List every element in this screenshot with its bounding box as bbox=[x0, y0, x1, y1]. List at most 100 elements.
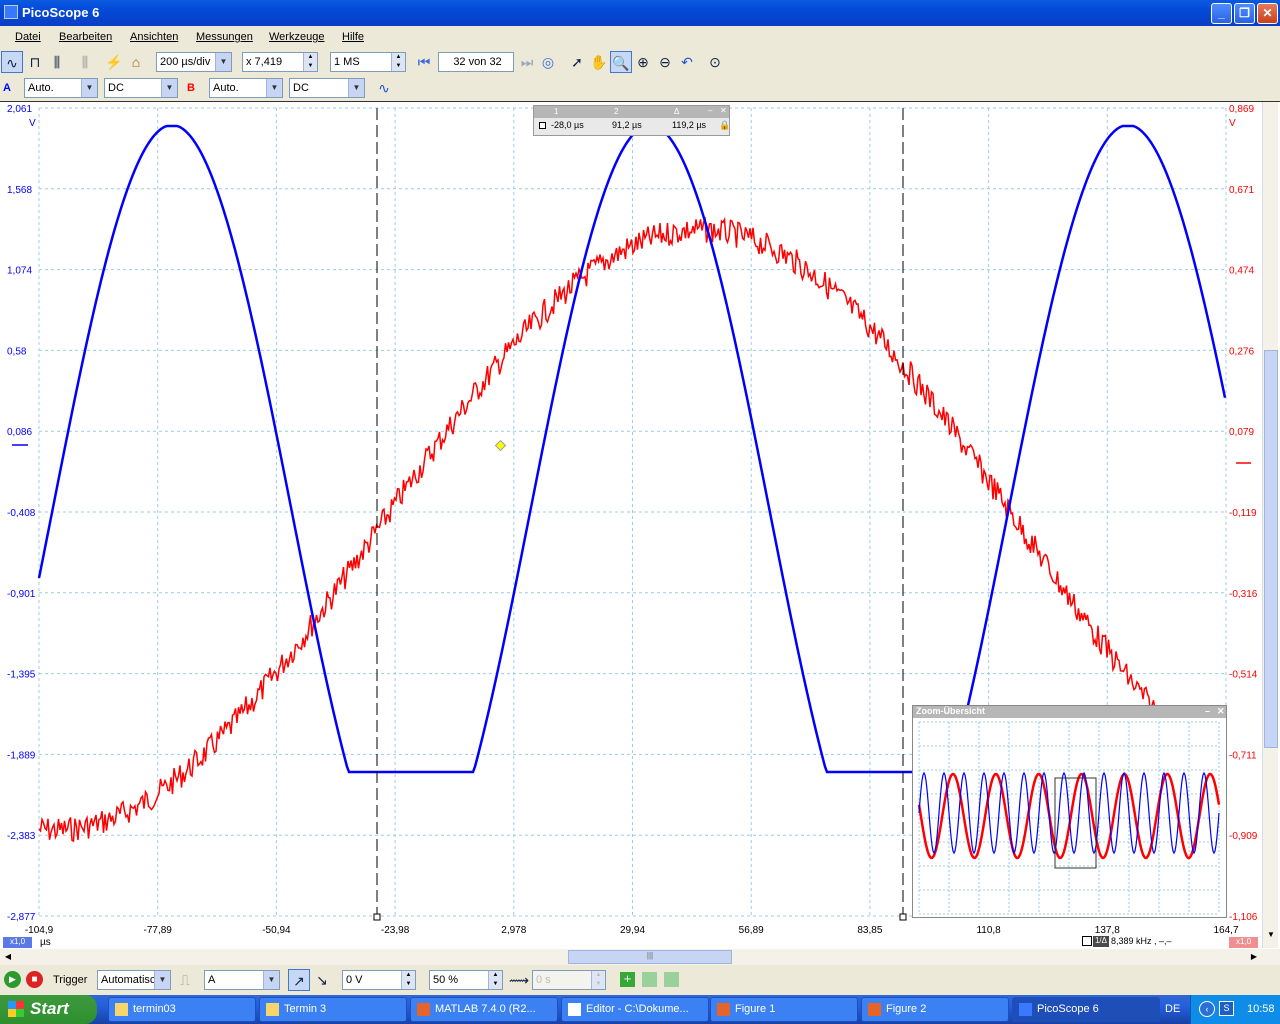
scroll-right-icon[interactable]: ▶ bbox=[1246, 949, 1262, 965]
rising-edge-icon[interactable]: ↗ bbox=[288, 969, 310, 991]
spectrum-mode-icon[interactable]: ⫼ bbox=[46, 51, 68, 73]
channel-b-range-select[interactable]: Auto. ▼ bbox=[209, 78, 283, 98]
home-icon[interactable]: ⌂ bbox=[125, 51, 147, 73]
minimize-icon[interactable]: – bbox=[708, 106, 712, 115]
pointer-tool-icon[interactable]: ➚ bbox=[566, 51, 588, 73]
zoom-factor-value: x 7,419 bbox=[246, 56, 283, 68]
channel-b-label[interactable]: B bbox=[187, 82, 195, 94]
ruler-readout-badge: 1/Δ bbox=[1093, 936, 1109, 947]
chevron-down-icon: ▼ bbox=[161, 79, 177, 97]
minimize-icon[interactable]: – bbox=[1205, 706, 1210, 716]
spinner-icon[interactable]: ▲ ▼ bbox=[591, 971, 605, 989]
minimize-button[interactable]: _ bbox=[1211, 3, 1232, 24]
persistence-mode-icon[interactable]: ⊓ bbox=[24, 51, 46, 73]
scroll-down-icon[interactable]: ▼ bbox=[1264, 930, 1278, 946]
scope-mode-icon[interactable]: ∿ bbox=[1, 51, 23, 73]
trigger-type-icon[interactable]: ⎍ bbox=[174, 969, 196, 991]
delete-measurement-icon[interactable] bbox=[664, 972, 679, 987]
menu-messungen[interactable]: Messungen bbox=[196, 31, 253, 43]
trigger-position-field[interactable]: 50 % ▲ ▼ bbox=[429, 970, 503, 990]
close-icon[interactable]: ✕ bbox=[720, 106, 727, 115]
zoom-factor-field[interactable]: x 7,419 ▲ ▼ bbox=[242, 52, 318, 72]
time-ruler-handle bbox=[899, 913, 907, 921]
y-tick-label-right: 0,276 bbox=[1229, 346, 1254, 357]
chevron-down-icon: ▼ bbox=[215, 53, 231, 71]
channel-a-range-select[interactable]: Auto. ▼ bbox=[24, 78, 98, 98]
horizontal-scroll-thumb[interactable]: ||| bbox=[568, 950, 732, 964]
trigger-source-select[interactable]: A ▼ bbox=[204, 970, 280, 990]
zoom-overview-panel[interactable]: Zoom-Übersicht – ✕ bbox=[912, 705, 1227, 918]
stop-capture-icon[interactable]: ■ bbox=[26, 971, 43, 988]
timebase-select[interactable]: 200 µs/div ▼ bbox=[156, 52, 232, 72]
add-measurement-icon[interactable]: + bbox=[620, 972, 635, 987]
task-termin03[interactable]: termin03 bbox=[108, 997, 256, 1022]
spinner-icon[interactable]: ▲ ▼ bbox=[401, 971, 415, 989]
channel-a-coupling-select[interactable]: DC ▼ bbox=[104, 78, 178, 98]
spinner-icon[interactable]: ▲ ▼ bbox=[488, 971, 502, 989]
channel-a-label[interactable]: A bbox=[3, 82, 11, 94]
menu-hilfe[interactable]: Hilfe bbox=[342, 31, 364, 43]
spectrum-disabled-icon[interactable]: ⫼ bbox=[74, 51, 96, 73]
buffer-navigator-icon[interactable]: ◎ bbox=[537, 51, 559, 73]
spinner-icon[interactable]: ▲ ▼ bbox=[391, 53, 405, 71]
security-shield-icon[interactable]: S bbox=[1219, 1001, 1234, 1016]
trigger-label: Trigger bbox=[53, 974, 88, 986]
zoom-in-icon[interactable]: ⊕ bbox=[632, 51, 654, 73]
task-figure-1[interactable]: Figure 1 bbox=[710, 997, 858, 1022]
task-termin-3[interactable]: Termin 3 bbox=[259, 997, 407, 1022]
samples-field[interactable]: 1 MS ▲ ▼ bbox=[330, 52, 406, 72]
close-button[interactable]: ✕ bbox=[1257, 3, 1278, 24]
channel-options-icon[interactable]: ∿ bbox=[373, 77, 395, 99]
scope-view[interactable]: -104,9 -77,89 -50,94 -23,98 2,978 29,94 56,89 8… bbox=[0, 101, 1280, 949]
buffer-next-icon[interactable]: ⏭ bbox=[516, 51, 538, 73]
menu-datei[interactable]: Datei bbox=[15, 31, 41, 43]
tray-arrow-icon[interactable]: ‹ bbox=[1199, 1001, 1215, 1017]
task-picoscope[interactable]: PicoScope 6 bbox=[1012, 997, 1160, 1022]
zoom-overview-icon[interactable]: ⊙ bbox=[704, 51, 726, 73]
task-label: Editor - C:\Dokume... bbox=[586, 1003, 689, 1015]
x-tick-label: -77,89 bbox=[144, 925, 173, 936]
start-capture-icon[interactable]: ▶ bbox=[4, 971, 21, 988]
vertical-scrollbar[interactable]: ▼ bbox=[1262, 102, 1278, 948]
task-editor[interactable]: Editor - C:\Dokume... bbox=[561, 997, 709, 1022]
horizontal-scrollbar[interactable]: ◀ ||| ▶ bbox=[0, 949, 1280, 965]
channel-a-range: Auto. bbox=[28, 82, 54, 94]
trigger-threshold-field[interactable]: 0 V ▲ ▼ bbox=[342, 970, 416, 990]
falling-edge-icon[interactable]: ↘ bbox=[311, 969, 333, 991]
y-unit-right: V bbox=[1229, 118, 1236, 129]
menu-ansichten[interactable]: Ansichten bbox=[130, 31, 178, 43]
trigger-delay-field[interactable]: 0 s ▲ ▼ bbox=[532, 970, 606, 990]
y-tick-label-right: 0,079 bbox=[1229, 427, 1254, 438]
ruler-panel[interactable]: 1 2 Δ – ✕ -28,0 µs 91,2 µs 119,2 µs 🔒 bbox=[533, 105, 730, 136]
task-matlab[interactable]: MATLAB 7.4.0 (R2... bbox=[410, 997, 558, 1022]
scroll-left-icon[interactable]: ◀ bbox=[0, 949, 16, 965]
edit-measurement-icon[interactable] bbox=[642, 972, 657, 987]
spinner-icon[interactable]: ▲ ▼ bbox=[303, 53, 317, 71]
menu-werkzeuge[interactable]: Werkzeuge bbox=[269, 31, 324, 43]
time-ruler-handle bbox=[373, 913, 381, 921]
menu-bearbeiten[interactable]: Bearbeiten bbox=[59, 31, 112, 43]
lock-icon[interactable]: 🔒 bbox=[719, 120, 730, 131]
task-label: MATLAB 7.4.0 (R2... bbox=[435, 1003, 536, 1015]
task-figure-2[interactable]: Figure 2 bbox=[861, 997, 1009, 1022]
channel-b-coupling-select[interactable]: DC ▼ bbox=[289, 78, 365, 98]
trigger-delay-icon[interactable]: ⟿ bbox=[508, 969, 530, 991]
buffer-previous-icon[interactable]: ⏮ bbox=[413, 51, 435, 73]
ruler-marker-icon bbox=[539, 122, 546, 129]
vertical-scroll-thumb[interactable] bbox=[1264, 350, 1278, 748]
trigger-threshold: 0 V bbox=[346, 974, 363, 986]
language-indicator[interactable]: DE bbox=[1165, 1003, 1180, 1015]
zoom-area-icon[interactable]: 🔍 bbox=[610, 51, 632, 73]
auto-setup-icon[interactable]: ⚡ bbox=[103, 51, 125, 73]
close-icon[interactable]: ✕ bbox=[1217, 706, 1225, 717]
ruler-value-2: 91,2 µs bbox=[612, 120, 642, 130]
maximize-button[interactable]: ❐ bbox=[1234, 3, 1255, 24]
trigger-mode-select[interactable]: Automatisch ▼ bbox=[97, 970, 171, 990]
hand-tool-icon[interactable]: ✋ bbox=[588, 51, 610, 73]
samples-value: 1 MS bbox=[334, 56, 360, 68]
buffer-position-field[interactable]: 32 von 32 bbox=[438, 52, 514, 72]
undo-zoom-icon[interactable]: ↶ bbox=[676, 51, 698, 73]
ruler-readout-icon bbox=[1082, 936, 1092, 946]
zoom-out-icon[interactable]: ⊖ bbox=[654, 51, 676, 73]
buffer-total: 32 bbox=[489, 56, 502, 68]
